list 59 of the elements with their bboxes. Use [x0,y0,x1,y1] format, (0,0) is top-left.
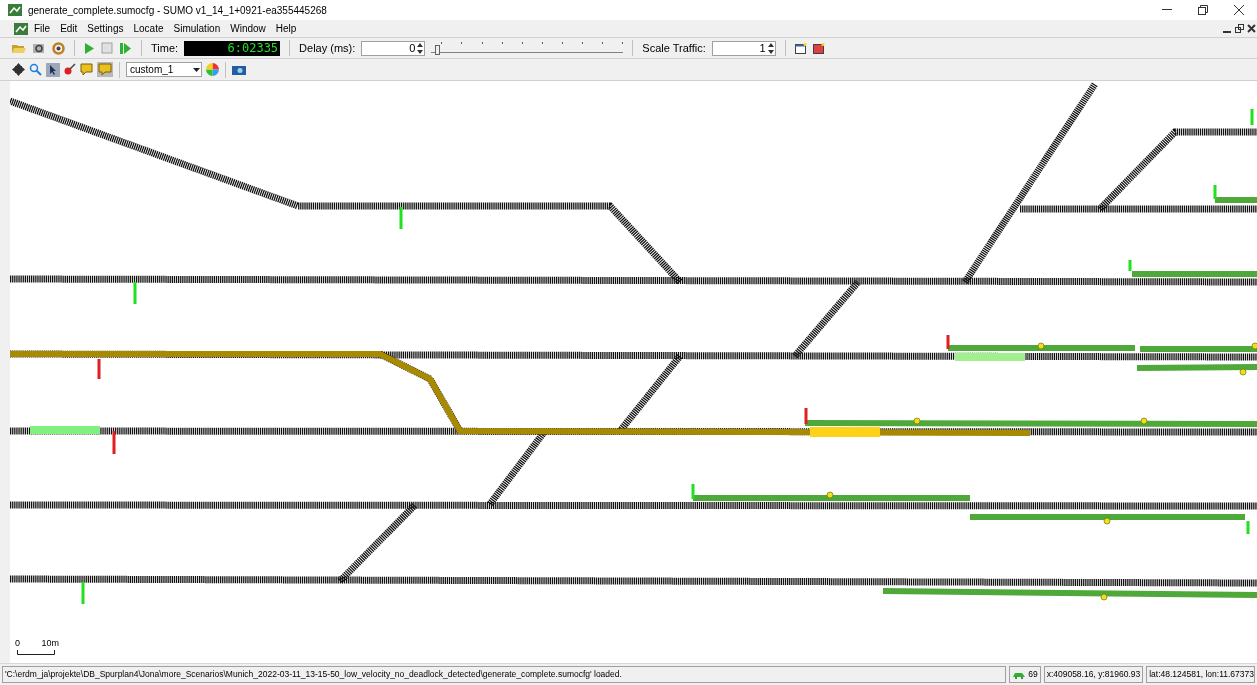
reload-file-icon[interactable] [32,42,46,54]
new-view-icon[interactable] [794,42,807,54]
menu-item[interactable]: Window [230,21,266,36]
restore-icon[interactable] [1235,24,1244,33]
vehicle-count: 69 [1028,668,1038,681]
window-title: generate_complete.sumocfg - SUMO v1_14_1+0921-ea355445268 [28,3,327,18]
delay-slider[interactable] [431,40,624,56]
signal-marker [804,408,808,424]
signal-marker [1246,521,1250,534]
time-label: Time: [151,40,179,56]
scale-start-label: 0 [15,638,20,648]
stop-marker [1103,517,1111,525]
signal-marker [946,335,950,349]
new-3d-view-icon[interactable] [812,42,825,54]
pin-icon[interactable] [64,63,76,76]
signal-marker [97,359,101,379]
app-icon [14,22,28,35]
app-icon [8,4,22,16]
menu-item[interactable]: Locate [133,21,164,36]
stop-marker [1100,593,1108,601]
train [1215,197,1257,203]
signal-marker [691,484,695,499]
signal-marker [133,282,137,304]
menu-item[interactable]: Settings [87,21,124,36]
select-icon[interactable] [46,62,60,77]
scale-bar [17,650,55,655]
reload-icon[interactable] [52,41,65,55]
stop-marker [1239,368,1247,376]
close-icon[interactable] [1247,24,1256,33]
camera-icon[interactable] [232,64,246,75]
delay-label: Delay (ms): [299,40,356,56]
menu-item[interactable]: Help [275,21,297,36]
time-display: 6:02335 [184,40,281,56]
scheme-dropdown[interactable]: custom_1 [126,62,202,77]
stop-marker [826,491,834,499]
search-icon[interactable] [29,63,42,76]
signal-marker [81,582,85,604]
tooltip-icon[interactable] [80,63,93,76]
stop-marker [913,417,921,425]
signal-marker [1250,109,1254,125]
scale-end-label: 10m [41,638,59,648]
signal-marker [399,207,403,229]
signal-marker [1128,260,1132,271]
delay-spinner[interactable]: 0 [361,40,426,56]
menu-item[interactable]: Simulation [173,21,221,36]
status-message: 'C:\erdm_ja\projekte\DB_Spurplan4\Jona\more_Scenarios\Munich_2022-03-11_13-15-50_low_velocity_no_deadlock_detected\generate_complete.sumocfg' loaded. [2,666,1007,683]
car-icon [1012,670,1027,679]
move-icon[interactable] [12,63,25,76]
geo-coordinates-readout: lat:48.124581, lon:11.67373 [1146,666,1255,683]
signal-marker [112,431,116,454]
color-wheel-icon[interactable] [206,63,219,76]
stop-marker [1140,417,1148,425]
menu-item[interactable]: File [34,21,51,36]
scale-traffic-label: Scale Traffic: [642,40,706,56]
slider-thumb[interactable] [435,45,441,55]
scale-traffic-spinner[interactable]: 1 [711,40,776,56]
menu-item[interactable]: Edit [60,21,78,36]
signal-marker [1213,185,1217,199]
coordinates-readout: x:409058.16, y:81960.93 [1043,666,1144,683]
